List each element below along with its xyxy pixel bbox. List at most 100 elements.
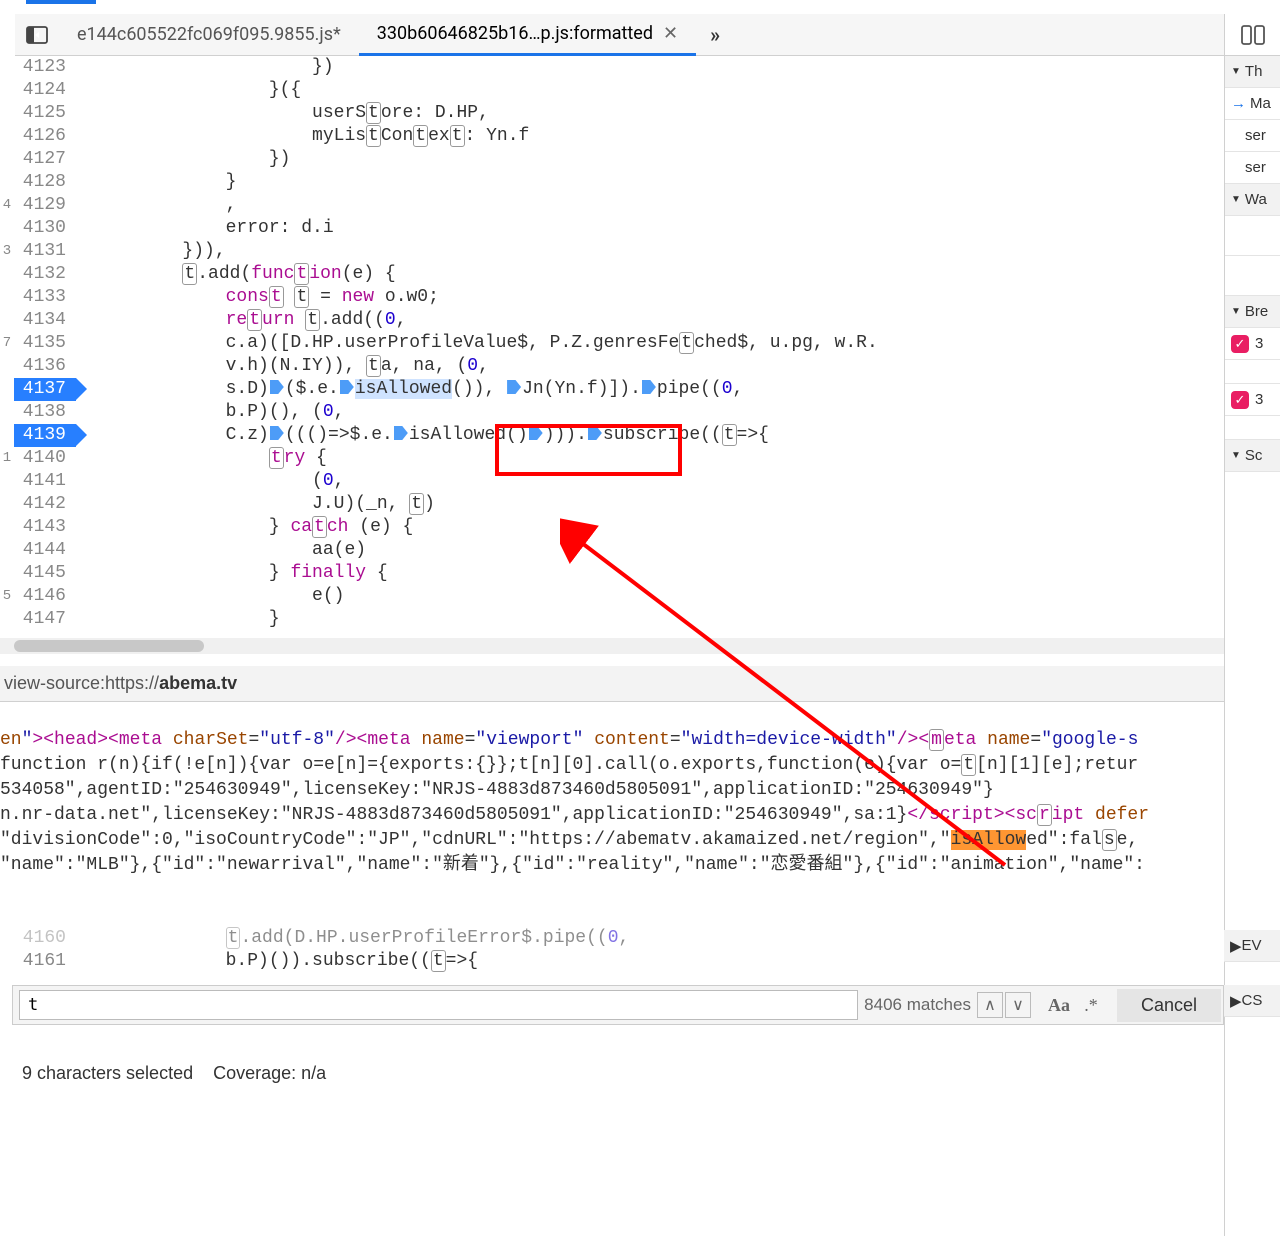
code-line[interactable]: 4145 } finally { — [0, 562, 1224, 585]
tab-overflow-icon[interactable]: » — [696, 23, 734, 47]
raw-source-line[interactable]: en"><head><meta charSet="utf-8"/><meta n… — [0, 728, 1280, 753]
code-line[interactable]: 4137 s.D)($.e.isAllowed()), Jn(Yn.f)]).p… — [0, 378, 1224, 401]
code-text[interactable]: })), — [76, 240, 1224, 263]
line-number[interactable]: 4147 — [14, 608, 76, 631]
code-text[interactable]: t.add(D.HP.userProfileError$.pipe((0, — [76, 927, 1224, 950]
search-input[interactable] — [19, 990, 858, 1020]
code-line[interactable]: 4161 b.P)()).subscribe((t=>{ — [0, 950, 1224, 973]
code-line[interactable]: 54146 e() — [0, 585, 1224, 608]
code-line[interactable]: 4147 } — [0, 608, 1224, 631]
line-number[interactable]: 4128 — [14, 171, 76, 194]
line-number[interactable]: 4140 — [14, 447, 76, 470]
line-number[interactable]: 4136 — [14, 355, 76, 378]
code-text[interactable]: v.h)(N.IY)), ta, na, (0, — [76, 355, 1224, 378]
code-line[interactable]: 44129 , — [0, 194, 1224, 217]
code-line[interactable]: 4132 t.add(function(e) { — [0, 263, 1224, 286]
line-number[interactable]: 4129 — [14, 194, 76, 217]
code-text[interactable]: const t = new o.w0; — [76, 286, 1224, 309]
code-text[interactable]: return t.add((0, — [76, 309, 1224, 332]
code-line[interactable]: 4126 myListContext: Yn.f — [0, 125, 1224, 148]
checkbox-icon[interactable]: ✓ — [1231, 335, 1249, 353]
checkbox-icon[interactable]: ✓ — [1231, 391, 1249, 409]
code-line[interactable]: 4134 return t.add((0, — [0, 309, 1224, 332]
code-text[interactable]: C.z)((()=>$.e.isAllowed()))).subscribe((… — [76, 424, 1224, 447]
breakpoint-item[interactable]: ✓3 — [1225, 328, 1280, 360]
sidebar-section-watch[interactable]: ▼Wa — [1225, 184, 1280, 216]
raw-source-line[interactable]: "name":"MLB"},{"id":"newarrival","name":… — [0, 853, 1280, 878]
code-text[interactable]: aa(e) — [76, 539, 1224, 562]
match-case-toggle[interactable]: Aa — [1043, 995, 1075, 1016]
code-text[interactable]: c.a)([D.HP.userProfileValue$, P.Z.genres… — [76, 332, 1224, 355]
code-text[interactable]: try { — [76, 447, 1224, 470]
line-number[interactable]: 4145 — [14, 562, 76, 585]
code-line[interactable]: 14140 try { — [0, 447, 1224, 470]
regex-toggle[interactable]: .* — [1075, 995, 1107, 1016]
line-number[interactable]: 4146 — [14, 585, 76, 608]
code-line[interactable]: 4125 userStore: D.HP, — [0, 102, 1224, 125]
line-number[interactable]: 4134 — [14, 309, 76, 332]
sidebar-section[interactable]: ▶EV — [1224, 930, 1280, 962]
line-number[interactable]: 4143 — [14, 516, 76, 539]
line-number[interactable]: 4126 — [14, 125, 76, 148]
line-number[interactable]: 4138 — [14, 401, 76, 424]
code-line[interactable]: 4123 }) — [0, 56, 1224, 79]
horizontal-scrollbar[interactable] — [0, 638, 1224, 654]
code-line[interactable]: 4130 error: d.i — [0, 217, 1224, 240]
code-text[interactable]: } finally { — [76, 562, 1224, 585]
code-line[interactable]: 4144 aa(e) — [0, 539, 1224, 562]
breakpoint-line-number[interactable]: 4139 — [14, 424, 76, 447]
code-text[interactable]: } catch (e) { — [76, 516, 1224, 539]
prev-match-icon[interactable]: ∧ — [977, 992, 1003, 1018]
code-line[interactable]: 4143 } catch (e) { — [0, 516, 1224, 539]
raw-source-line[interactable]: function r(n){if(!e[n]){var o=e[n]={expo… — [0, 753, 1280, 778]
line-number[interactable]: 4132 — [14, 263, 76, 286]
raw-source-line[interactable]: n.nr-data.net",licenseKey:"NRJS-4883d873… — [0, 803, 1280, 828]
code-text[interactable]: J.U)(_n, t) — [76, 493, 1224, 516]
code-text[interactable]: b.P)()).subscribe((t=>{ — [76, 950, 1224, 973]
code-line[interactable]: 4127 }) — [0, 148, 1224, 171]
code-line[interactable]: 4128 } — [0, 171, 1224, 194]
sidebar-item-main[interactable]: →Ma — [1225, 88, 1280, 120]
navigator-toggle-icon[interactable] — [25, 23, 49, 47]
code-text[interactable]: t.add(function(e) { — [76, 263, 1224, 286]
code-text[interactable]: } — [76, 171, 1224, 194]
code-text[interactable]: } — [76, 608, 1224, 631]
raw-source-line[interactable]: "divisionCode":0,"isoCountryCode":"JP","… — [0, 828, 1280, 853]
line-number[interactable]: 4135 — [14, 332, 76, 355]
code-text[interactable]: }) — [76, 148, 1224, 171]
code-text[interactable]: }({ — [76, 79, 1224, 102]
code-text[interactable]: myListContext: Yn.f — [76, 125, 1224, 148]
code-line[interactable]: 34131 })), — [0, 240, 1224, 263]
code-text[interactable]: e() — [76, 585, 1224, 608]
line-number[interactable]: 4124 — [14, 79, 76, 102]
source-code-panel[interactable]: 4123 })4124 }({4125 userStore: D.HP,4126… — [0, 56, 1224, 654]
line-number[interactable]: 4142 — [14, 493, 76, 516]
sidebar-item[interactable]: ser — [1225, 152, 1280, 184]
code-line[interactable]: 4124 }({ — [0, 79, 1224, 102]
line-number[interactable]: 4161 — [14, 950, 76, 973]
line-number[interactable]: 4133 — [14, 286, 76, 309]
tab-active[interactable]: 330b60646825b16…p.js:formatted ✕ — [359, 14, 696, 56]
code-line[interactable]: 4133 const t = new o.w0; — [0, 286, 1224, 309]
code-text[interactable]: error: d.i — [76, 217, 1224, 240]
sidebar-section-threads[interactable]: ▼Th — [1225, 56, 1280, 88]
next-match-icon[interactable]: ∨ — [1005, 992, 1031, 1018]
raw-source-line[interactable]: 534058",agentID:"254630949",licenseKey:"… — [0, 778, 1280, 803]
line-number[interactable]: 4131 — [14, 240, 76, 263]
code-text[interactable]: }) — [76, 56, 1224, 79]
code-line[interactable]: 4142 J.U)(_n, t) — [0, 493, 1224, 516]
code-line[interactable]: 4160 t.add(D.HP.userProfileError$.pipe((… — [0, 927, 1224, 950]
close-icon[interactable]: ✕ — [663, 23, 678, 44]
line-number[interactable]: 4123 — [14, 56, 76, 79]
line-number[interactable]: 4130 — [14, 217, 76, 240]
line-number[interactable]: 4141 — [14, 470, 76, 493]
code-line[interactable]: 74135 c.a)([D.HP.userProfileValue$, P.Z.… — [0, 332, 1224, 355]
sidebar-section-breakpoints[interactable]: ▼Bre — [1225, 296, 1280, 328]
code-line[interactable]: 4139 C.z)((()=>$.e.isAllowed()))).subscr… — [0, 424, 1224, 447]
line-number[interactable]: 4144 — [14, 539, 76, 562]
line-number[interactable]: 4125 — [14, 102, 76, 125]
code-text[interactable]: (0, — [76, 470, 1224, 493]
code-text[interactable]: userStore: D.HP, — [76, 102, 1224, 125]
breakpoint-item[interactable]: ✓3 — [1225, 384, 1280, 416]
view-source-content[interactable]: en"><head><meta charSet="utf-8"/><meta n… — [0, 728, 1280, 903]
